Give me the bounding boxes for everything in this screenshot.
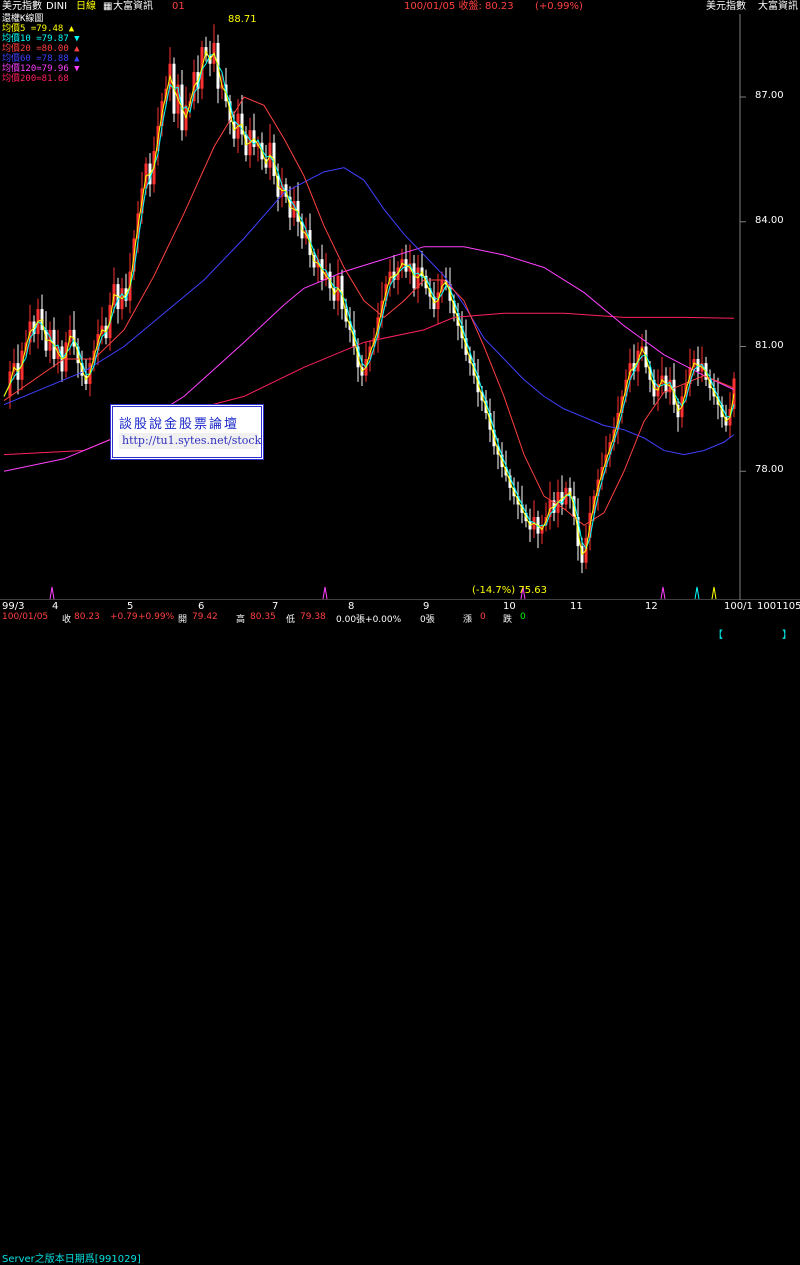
signal-marker xyxy=(49,586,55,600)
symbol-name: 美元指數 xyxy=(2,1,42,12)
bracket-right: 】 xyxy=(782,630,792,641)
candlestick-chart[interactable] xyxy=(0,14,800,600)
signal-marker xyxy=(322,586,328,600)
x-tick-label: 10 xyxy=(503,601,516,612)
legend-line: 均價60 =78.88 ▲ xyxy=(2,54,80,64)
low-label: (-14.7%) 75.63 xyxy=(472,585,547,596)
legend-line: 均價200=81.68 xyxy=(2,74,69,84)
watermark-url[interactable]: http://tu1.sytes.net/stock xyxy=(119,433,261,449)
x-tick-label: 8 xyxy=(348,601,355,612)
x-tick-label: 11 xyxy=(570,601,583,612)
peak-label: 88.71 xyxy=(228,14,257,25)
server-version: Server之版本日期爲[991029] xyxy=(2,1254,141,1265)
legend-line: 均價20 =80.00 ▲ xyxy=(2,44,80,54)
y-tick-label: 87.00 xyxy=(755,90,784,101)
change-info: (+0.99%) xyxy=(535,1,583,12)
symbol-code: DINI xyxy=(46,1,68,12)
number-label: 01 xyxy=(172,1,185,12)
top-header-bar: 美元指數 DINI 日線 ▦ 大富資訊 01 100/01/05 收盤: 80.… xyxy=(0,0,800,14)
close-info: 100/01/05 收盤: 80.23 xyxy=(404,1,514,12)
x-tick-label: 7 xyxy=(272,601,279,612)
x-tick-label: 1001105 xyxy=(757,601,800,612)
y-tick-label: 81.00 xyxy=(755,339,784,351)
x-tick-label: 4 xyxy=(52,601,59,612)
stat-down: 0 xyxy=(520,612,526,622)
watermark-box: 談股說金股票論壇 http://tu1.sytes.net/stock xyxy=(110,404,264,460)
x-tick-label: 6 xyxy=(198,601,205,612)
signal-marker xyxy=(694,586,700,600)
signal-marker xyxy=(660,586,666,600)
x-tick-label: 99/3 xyxy=(2,601,25,612)
x-tick-label: 9 xyxy=(423,601,430,612)
legend-line: 均價5 =79.48 ▲ xyxy=(2,24,75,34)
chart-legend: 還權K線圖 均價5 =79.48 ▲ 均價10 =79.87 ▼ 均價20 =80.… xyxy=(2,14,80,84)
legend-line: 均價10 =79.87 ▼ xyxy=(2,34,80,44)
y-tick-label: 84.00 xyxy=(755,214,784,226)
right-source: 大富資訊 xyxy=(758,1,798,12)
watermark-title: 談股說金股票論壇 xyxy=(119,417,240,432)
stat-up: 0 xyxy=(480,612,486,622)
stat-change: +0.79 xyxy=(110,612,138,622)
stat-change-pct: +0.99% xyxy=(138,612,175,622)
x-tick-label: 5 xyxy=(127,601,134,612)
legend-title: 還權K線圖 xyxy=(2,14,44,24)
bottom-bar: Server之版本日期爲[991029] 【 】 xyxy=(0,624,800,1265)
stat-open: 79.42 xyxy=(192,612,218,622)
x-tick-label: 100/1 xyxy=(724,601,753,612)
bracket-left: 【 xyxy=(713,630,723,641)
y-tick-label: 78.00 xyxy=(755,464,784,476)
stat-low: 79.38 xyxy=(300,612,326,622)
right-symbol: 美元指數 xyxy=(706,1,746,12)
grid-icon: ▦ xyxy=(103,1,113,12)
signal-marker xyxy=(711,586,717,600)
stat-close: 80.23 xyxy=(74,612,100,622)
period-label[interactable]: 日線 xyxy=(76,0,96,13)
stat-high: 80.35 xyxy=(250,612,276,622)
x-tick-label: 12 xyxy=(645,601,658,612)
stat-date: 100/01/05 xyxy=(2,612,49,622)
source-label: 大富資訊 xyxy=(113,1,153,12)
legend-line: 均價120=79.96 ▼ xyxy=(2,64,80,74)
